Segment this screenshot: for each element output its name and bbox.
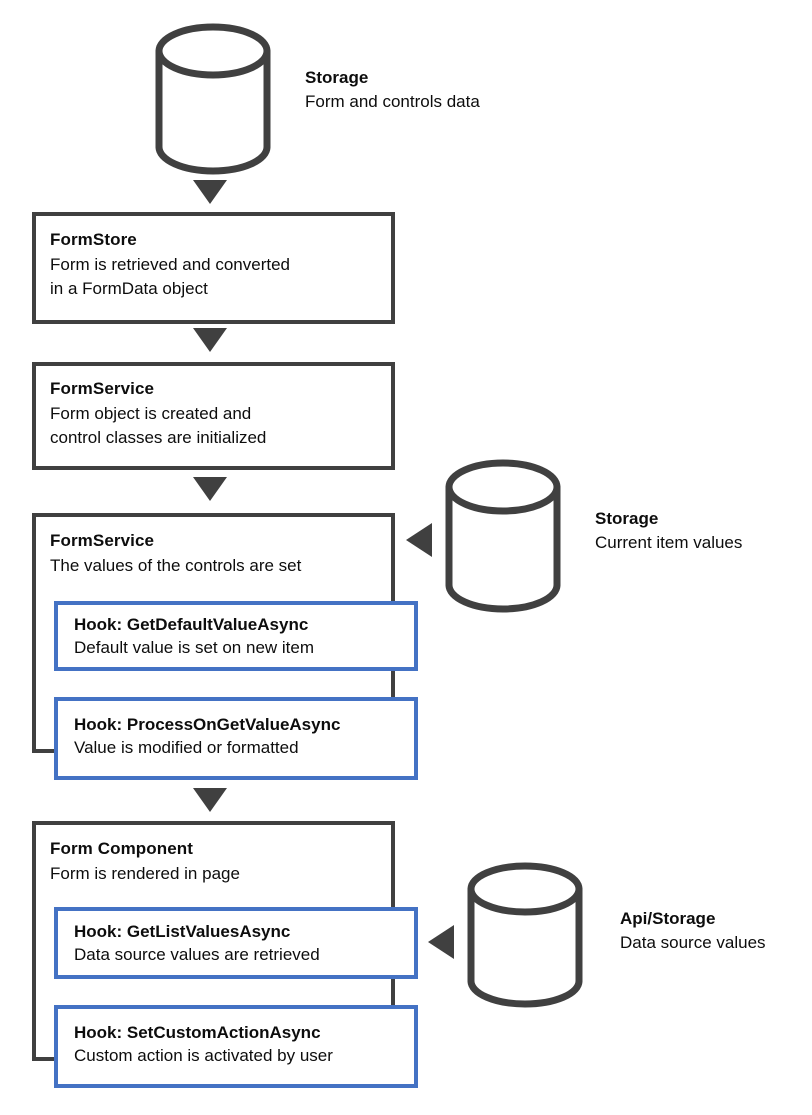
storage-desc-3: Data source values — [620, 933, 766, 952]
hook-box-getdefaultvalueasync: Hook: GetDefaultValueAsync Default value… — [54, 601, 418, 671]
step-title-form-component: Form Component — [50, 839, 194, 858]
step-desc-formservice-init: Form object is created and control class… — [50, 404, 267, 447]
storage-cylinder-1 — [152, 20, 274, 178]
hook-title-getdefaultvalueasync: Hook: GetDefaultValueAsync — [74, 615, 309, 634]
hook-box-setcustomactionasync: Hook: SetCustomActionAsync Custom action… — [54, 1005, 418, 1088]
storage-label-2: Storage Current item values — [595, 509, 742, 553]
hook-box-getlistvaluesasync: Hook: GetListValuesAsync Data source val… — [54, 907, 418, 979]
hook-box-processongetvalueasync: Hook: ProcessOnGetValueAsync Value is mo… — [54, 697, 418, 780]
storage-title-3: Api/Storage — [620, 909, 716, 928]
step-title-formservice-init: FormService — [50, 379, 155, 398]
hook-title-getlistvaluesasync: Hook: GetListValuesAsync — [74, 922, 291, 941]
step-box-formstore: FormStore Form is retrieved and converte… — [32, 212, 395, 324]
hook-title-setcustomactionasync: Hook: SetCustomActionAsync — [74, 1023, 321, 1042]
storage-title-2: Storage — [595, 509, 659, 528]
step-box-formservice-init: FormService Form object is created and c… — [32, 362, 395, 470]
arrow-down-icon-1 — [193, 180, 227, 204]
hook-desc-setcustomactionasync: Custom action is activated by user — [74, 1046, 333, 1065]
step-title-formstore: FormStore — [50, 230, 137, 249]
diagram-canvas: Storage Form and controls data FormStore… — [0, 0, 812, 1115]
arrow-down-icon-4 — [193, 788, 227, 812]
arrow-down-icon-2 — [193, 328, 227, 352]
storage-title-1: Storage — [305, 68, 369, 87]
arrow-left-icon-2 — [428, 925, 454, 959]
storage-cylinder-2 — [442, 456, 564, 616]
hook-title-processongetvalueasync: Hook: ProcessOnGetValueAsync — [74, 715, 341, 734]
storage-cylinder-3 — [464, 860, 586, 1010]
step-desc-formstore: Form is retrieved and converted in a For… — [50, 255, 290, 298]
hook-desc-getdefaultvalueasync: Default value is set on new item — [74, 638, 315, 657]
hook-desc-processongetvalueasync: Value is modified or formatted — [74, 738, 299, 757]
arrow-down-icon-3 — [193, 477, 227, 501]
step-title-formservice-values: FormService — [50, 531, 155, 550]
storage-label-3: Api/Storage Data source values — [620, 909, 766, 953]
storage-label-1: Storage Form and controls data — [305, 68, 480, 112]
storage-desc-1: Form and controls data — [305, 92, 480, 111]
step-desc-form-component: Form is rendered in page — [50, 864, 240, 883]
arrow-left-icon-1 — [406, 523, 432, 557]
step-desc-formservice-values: The values of the controls are set — [50, 556, 302, 575]
hook-desc-getlistvaluesasync: Data source values are retrieved — [74, 945, 320, 964]
storage-desc-2: Current item values — [595, 533, 743, 552]
